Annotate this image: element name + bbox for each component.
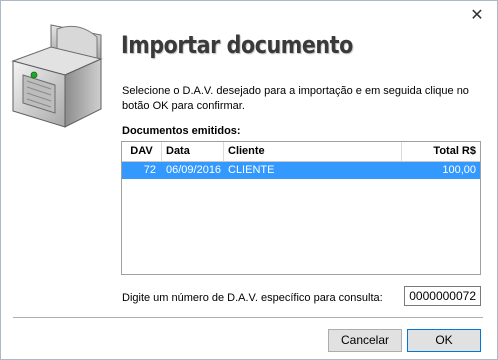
printer-icon — [11, 24, 103, 128]
grid-header: DAV Data Cliente Total R$ — [122, 142, 480, 162]
documents-grid[interactable]: DAV Data Cliente Total R$ 72 06/09/2016 … — [121, 141, 481, 275]
column-header-total[interactable]: Total R$ — [402, 142, 480, 161]
instructions-text: Selecione o D.A.V. desejado para a impor… — [122, 85, 469, 112]
import-document-dialog: ✕ Importar documento Selecione o D.A.V. … — [0, 0, 498, 360]
cell-data: 06/09/2016 — [166, 164, 222, 176]
cancel-button[interactable]: Cancelar — [328, 329, 402, 352]
cell-total: 100,00 — [442, 164, 476, 176]
column-header-cliente[interactable]: Cliente — [224, 142, 402, 161]
column-header-data[interactable]: Data — [162, 142, 224, 161]
documents-label: Documentos emitidos: — [122, 125, 241, 137]
table-row[interactable]: 72 06/09/2016 CLIENTE 100,00 — [122, 162, 480, 179]
divider — [13, 317, 483, 318]
dav-number-input[interactable] — [404, 286, 481, 306]
cell-cliente: CLIENTE — [228, 164, 275, 176]
ok-button[interactable]: OK — [407, 329, 481, 352]
column-header-dav[interactable]: DAV — [122, 142, 162, 161]
cell-dav: 72 — [143, 164, 156, 176]
close-icon[interactable]: ✕ — [467, 5, 487, 25]
dialog-title: Importar documento — [121, 31, 353, 59]
dav-search-label: Digite um número de D.A.V. específico pa… — [122, 292, 383, 304]
